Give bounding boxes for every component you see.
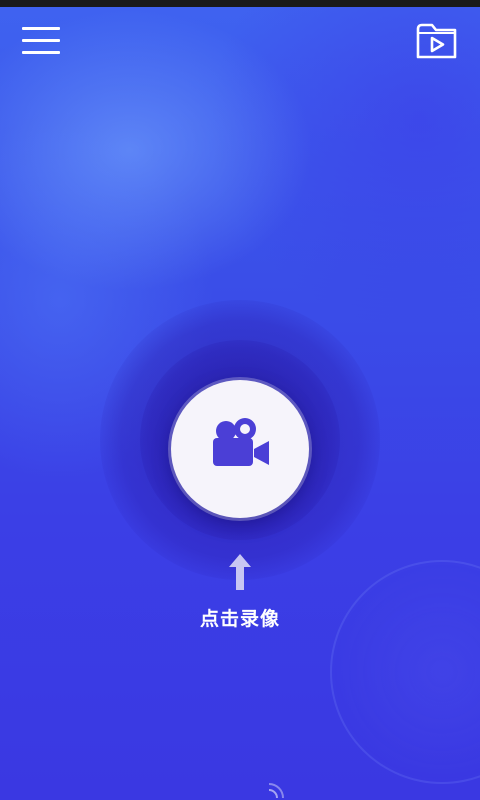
decorative-ring <box>330 560 480 784</box>
video-folder-icon <box>416 23 457 59</box>
video-folder-button[interactable] <box>414 20 460 62</box>
arrow-up-icon <box>229 554 251 590</box>
menu-button[interactable] <box>22 24 62 58</box>
record-hint-label: 点击录像 <box>199 608 280 630</box>
menu-icon-line <box>22 51 60 54</box>
menu-icon-line <box>22 27 60 30</box>
record-button[interactable] <box>171 380 309 518</box>
video-camera-icon <box>213 418 269 466</box>
menu-icon-line <box>22 39 60 42</box>
status-bar <box>0 0 480 7</box>
signal-icon <box>268 783 284 798</box>
app-screen: 点击录像 <box>0 0 480 800</box>
